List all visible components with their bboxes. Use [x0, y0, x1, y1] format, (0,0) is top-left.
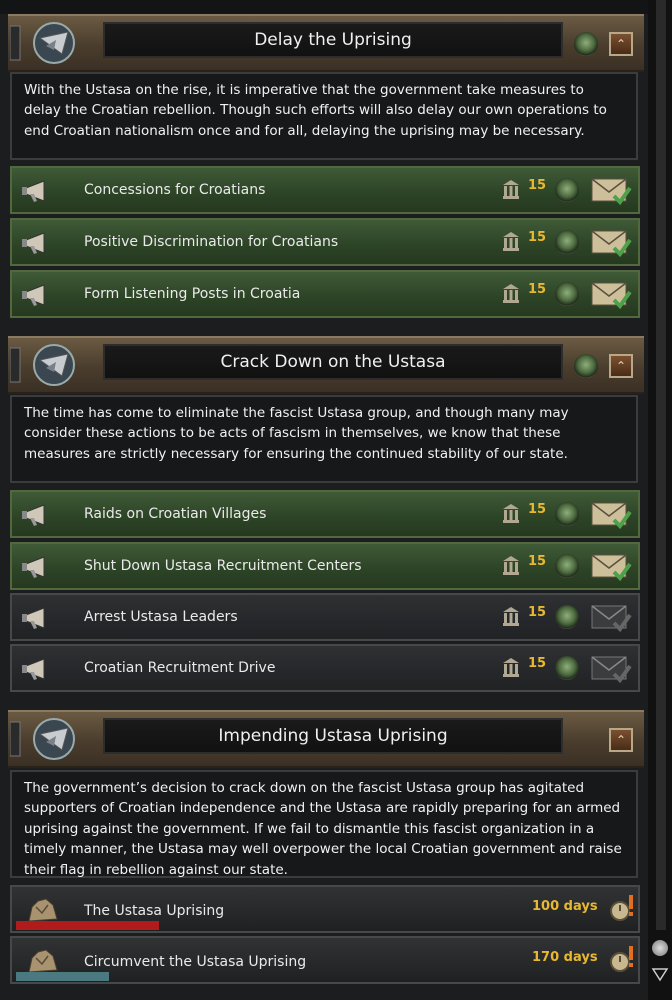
- status-indicator-icon: [555, 605, 579, 629]
- megaphone-icon: [22, 607, 45, 629]
- political-power-icon: [503, 284, 519, 303]
- megaphone-icon: [22, 504, 45, 526]
- political-power-icon: [503, 658, 519, 677]
- category-header-impending-uprising[interactable]: Impending Ustasa Uprising ⌃: [8, 710, 644, 768]
- category-title: Impending Ustasa Uprising: [218, 726, 448, 746]
- megaphone-icon: [22, 284, 45, 306]
- decision-row[interactable]: Raids on Croatian Villages 15: [10, 490, 640, 538]
- status-indicator-icon: [555, 502, 579, 526]
- decision-category-icon: [10, 344, 75, 386]
- scroll-down-icon[interactable]: [651, 965, 669, 983]
- decision-row[interactable]: Arrest Ustasa Leaders 15: [10, 593, 640, 641]
- decision-row[interactable]: Croatian Recruitment Drive 15: [10, 644, 640, 692]
- collapse-button[interactable]: ⌃: [609, 32, 633, 56]
- megaphone-icon: [22, 556, 45, 578]
- collapse-button[interactable]: ⌃: [609, 354, 633, 378]
- decision-label: Croatian Recruitment Drive: [84, 660, 276, 676]
- envelope-check-icon[interactable]: [590, 500, 632, 530]
- decision-cost: 15: [528, 554, 547, 569]
- timer-alert-icon: [610, 895, 633, 921]
- decision-row[interactable]: Concessions for Croatians 15: [10, 166, 640, 214]
- scrollbar-track[interactable]: [656, 0, 666, 930]
- category-description: The time has come to eliminate the fasci…: [10, 395, 638, 483]
- status-indicator-icon: [574, 354, 598, 378]
- mission-progress-bar: [16, 972, 109, 981]
- scrollbar-knob[interactable]: [652, 940, 668, 956]
- mission-row[interactable]: Circumvent the Ustasa Uprising 170 days: [10, 936, 640, 984]
- envelope-check-icon[interactable]: [590, 228, 632, 258]
- description-text: With the Ustasa on the rise, it is imper…: [24, 82, 607, 139]
- mission-row[interactable]: The Ustasa Uprising 100 days: [10, 885, 640, 933]
- decision-category-icon: [10, 22, 75, 64]
- decision-label: Raids on Croatian Villages: [84, 506, 267, 522]
- megaphone-icon: [22, 180, 45, 202]
- status-indicator-icon: [555, 230, 579, 254]
- decision-row[interactable]: Form Listening Posts in Croatia 15: [10, 270, 640, 318]
- category-title-box: Crack Down on the Ustasa: [103, 344, 563, 380]
- political-power-icon: [503, 556, 519, 575]
- decision-cost: 15: [528, 178, 547, 193]
- category-title-box: Delay the Uprising: [103, 22, 563, 58]
- envelope-check-icon[interactable]: [590, 176, 632, 206]
- envelope-check-icon[interactable]: [590, 552, 632, 582]
- category-description: With the Ustasa on the rise, it is imper…: [10, 72, 638, 160]
- decision-label: Arrest Ustasa Leaders: [84, 609, 238, 625]
- decision-label: Positive Discrimination for Croatians: [84, 234, 339, 250]
- collapse-button[interactable]: ⌃: [609, 728, 633, 752]
- political-power-icon: [503, 504, 519, 523]
- category-header-delay-uprising[interactable]: Delay the Uprising ⌃: [8, 14, 644, 72]
- mission-progress-bar: [16, 921, 159, 930]
- decision-row[interactable]: Shut Down Ustasa Recruitment Centers 15: [10, 542, 640, 590]
- status-indicator-icon: [555, 282, 579, 306]
- description-text: The time has come to eliminate the fasci…: [24, 405, 569, 462]
- decision-cost: 15: [528, 282, 547, 297]
- megaphone-icon: [22, 658, 45, 680]
- decision-label: Shut Down Ustasa Recruitment Centers: [84, 558, 362, 574]
- decision-cost: 15: [528, 605, 547, 620]
- scrollbar[interactable]: [648, 0, 672, 1000]
- category-description: The government’s decision to crack down …: [10, 770, 638, 878]
- category-title: Crack Down on the Ustasa: [220, 352, 446, 372]
- decision-category-icon: [10, 718, 75, 760]
- decision-label: Form Listening Posts in Croatia: [84, 286, 301, 302]
- status-indicator-icon: [574, 32, 598, 56]
- decision-label: Concessions for Croatians: [84, 182, 266, 198]
- status-indicator-icon: [555, 554, 579, 578]
- envelope-disabled-icon[interactable]: [590, 603, 632, 633]
- political-power-icon: [503, 232, 519, 251]
- decision-row[interactable]: Positive Discrimination for Croatians 15: [10, 218, 640, 266]
- decision-cost: 15: [528, 230, 547, 245]
- mission-label: Circumvent the Ustasa Uprising: [84, 954, 307, 970]
- political-power-icon: [503, 180, 519, 199]
- top-bar: [0, 0, 672, 14]
- category-title: Delay the Uprising: [254, 30, 412, 50]
- mission-days: 100 days: [532, 899, 598, 914]
- description-text: The government’s decision to crack down …: [24, 780, 622, 878]
- decision-cost: 15: [528, 656, 547, 671]
- megaphone-icon: [22, 232, 45, 254]
- envelope-disabled-icon[interactable]: [590, 654, 632, 684]
- category-header-crack-down[interactable]: Crack Down on the Ustasa ⌃: [8, 336, 644, 394]
- decision-cost: 15: [528, 502, 547, 517]
- mission-days: 170 days: [532, 950, 598, 965]
- political-power-icon: [503, 607, 519, 626]
- category-title-box: Impending Ustasa Uprising: [103, 718, 563, 754]
- status-indicator-icon: [555, 656, 579, 680]
- timer-alert-icon: [610, 946, 633, 972]
- envelope-check-icon[interactable]: [590, 280, 632, 310]
- status-indicator-icon: [555, 178, 579, 202]
